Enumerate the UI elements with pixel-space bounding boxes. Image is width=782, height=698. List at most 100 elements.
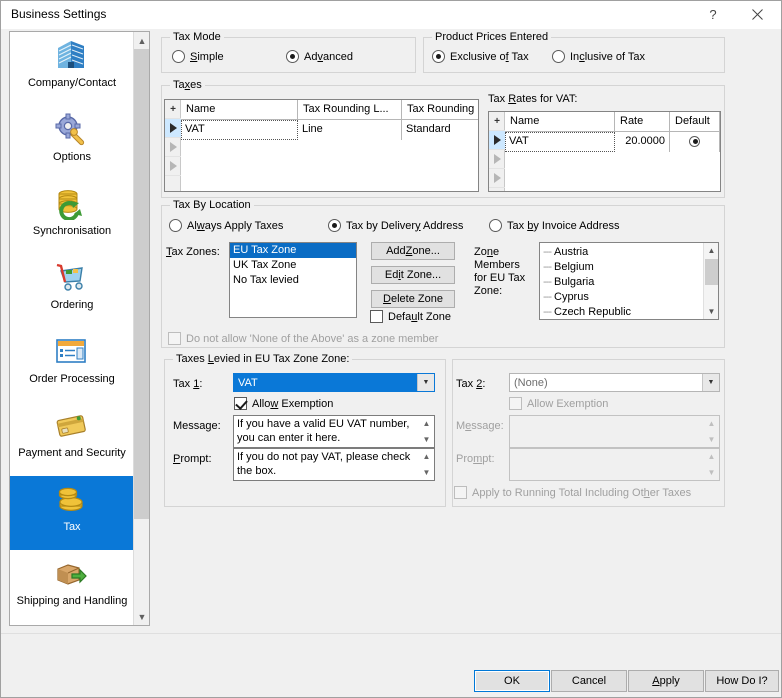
radio-exclusive-of-tax[interactable]: Exclusive of Tax [432, 50, 529, 63]
cell-rounding_level[interactable]: Line [298, 120, 402, 140]
sidebar-scrollbar[interactable]: ▲ ▼ [133, 32, 149, 625]
business-settings-window: Business Settings ? Company/Contact Opti… [0, 0, 782, 698]
grid-add-row-button[interactable]: + [489, 112, 505, 131]
scroll-down-icon[interactable]: ▼ [704, 304, 718, 319]
scroll-down-icon[interactable]: ▼ [704, 465, 719, 481]
scrollbar-thumb[interactable] [134, 49, 149, 519]
default-zone-checkbox[interactable]: Default Zone [370, 310, 451, 323]
radio-dot-icon [172, 50, 185, 63]
tax2-allow-exemption-checkbox[interactable]: Allow Exemption [509, 397, 608, 410]
zone-members-label: Zone Members for EU Tax Zone: [474, 246, 526, 297]
column-header[interactable]: Default [670, 112, 720, 132]
cell-name[interactable]: VAT [181, 120, 298, 140]
cell-name[interactable]: VAT [505, 132, 615, 152]
scroll-down-icon[interactable]: ▼ [419, 432, 434, 448]
list-item[interactable]: No Tax levied [230, 273, 356, 288]
chevron-down-icon[interactable]: ▼ [702, 374, 719, 391]
grid-add-row-button[interactable]: + [165, 100, 181, 119]
column-header[interactable]: Rate [615, 112, 670, 132]
add-zone-button[interactable]: Add Zone... [371, 242, 455, 260]
scroll-up-icon[interactable]: ▲ [134, 32, 149, 49]
taxes-grid[interactable]: + NameTax Rounding L...Tax Rounding M...… [164, 99, 479, 192]
textarea-scroll-buttons[interactable]: ▲ ▼ [704, 416, 719, 447]
grid-row-marker[interactable] [165, 138, 181, 157]
chevron-down-icon[interactable]: ▼ [417, 374, 434, 391]
sidebar-item-tax[interactable]: Tax [10, 476, 134, 550]
tax1-combo[interactable]: VAT ▼ [233, 373, 435, 392]
how-do-i-button[interactable]: How Do I? [705, 670, 779, 692]
members-scrollbar[interactable]: ▲ ▼ [703, 243, 718, 319]
grid-current-row-marker[interactable] [165, 119, 181, 138]
radio-always-apply-taxes[interactable]: Always Apply Taxes [169, 219, 283, 232]
sidebar-item-options[interactable]: Options [10, 106, 134, 180]
cancel-button[interactable]: Cancel [551, 670, 627, 692]
tax1-message-textarea[interactable]: If you have a valid EU VAT number, you c… [233, 415, 435, 448]
list-item[interactable]: --- Czech Republic [540, 305, 702, 319]
cell-default[interactable] [670, 132, 720, 152]
table-row[interactable]: VAT Line Standard [181, 120, 478, 140]
tax1-allow-exemption-checkbox[interactable]: Allow Exemption [234, 397, 333, 410]
radio-tax-mode-advanced[interactable]: Advanced [286, 50, 353, 63]
scrollbar-thumb[interactable] [705, 259, 718, 285]
list-item[interactable]: --- Austria [540, 245, 702, 260]
radio-tax-mode-simple[interactable]: Simple [172, 50, 224, 63]
scroll-up-icon[interactable]: ▲ [704, 243, 718, 258]
grid-current-row-marker[interactable] [489, 131, 505, 150]
tax1-message-label: Message: [173, 420, 221, 432]
textarea-scroll-buttons[interactable]: ▲ ▼ [419, 416, 434, 447]
scroll-up-icon[interactable]: ▲ [704, 449, 719, 465]
tax-rates-grid[interactable]: + Name Rate Default VAT 20.0000 [488, 111, 721, 192]
sidebar-item-ordering[interactable]: Ordering [10, 254, 134, 328]
list-item[interactable]: --- Cyprus [540, 290, 702, 305]
apply-button[interactable]: Apply [628, 670, 704, 692]
sidebar-item-order-processing[interactable]: Order Processing [10, 328, 134, 402]
list-item[interactable]: --- Belgium [540, 260, 702, 275]
apply-running-total-checkbox[interactable]: Apply to Running Total Including Other T… [454, 486, 691, 499]
ok-button[interactable]: OK [474, 670, 550, 692]
scroll-up-icon[interactable]: ▲ [419, 416, 434, 432]
sidebar-item-label: Order Processing [29, 373, 115, 385]
grid-row-marker[interactable] [489, 169, 505, 188]
radio-inclusive-of-tax[interactable]: Inclusive of Tax [552, 50, 645, 63]
column-header[interactable]: Name [505, 112, 615, 132]
list-item[interactable]: EU Tax Zone [230, 243, 356, 258]
textarea-scroll-buttons[interactable]: ▲ ▼ [419, 449, 434, 480]
tax2-prompt-textarea[interactable]: ▲ ▼ [509, 448, 720, 481]
column-header[interactable]: Tax Rounding M... [402, 100, 478, 120]
sidebar-item-shipping-and-handling[interactable]: Shipping and Handling [10, 550, 134, 624]
tax2-combo[interactable]: (None) ▼ [509, 373, 720, 392]
table-row[interactable]: VAT 20.0000 [505, 132, 720, 152]
close-icon[interactable] [735, 1, 779, 28]
scroll-up-icon[interactable]: ▲ [419, 449, 434, 465]
help-icon[interactable]: ? [691, 1, 735, 28]
grid-row-marker[interactable] [165, 157, 181, 176]
scroll-up-icon[interactable]: ▲ [704, 416, 719, 432]
sidebar-item-terms-and-conditions[interactable]: Terms and Conditions [10, 624, 134, 625]
column-header[interactable]: Name [181, 100, 298, 120]
radio-tax-by-invoice-address[interactable]: Tax by Invoice Address [489, 219, 620, 232]
cell-rounding_method[interactable]: Standard [402, 120, 478, 140]
zone-members-listbox[interactable]: --- Austria --- Belgium --- Bulgaria --- Cyprus… [539, 242, 719, 320]
tax-zones-listbox[interactable]: EU Tax Zone UK Tax Zone No Tax levied [229, 242, 357, 318]
radio-tax-by-delivery-address[interactable]: Tax by Delivery Address [328, 219, 463, 232]
sidebar-item-payment-and-security[interactable]: Payment and Security [10, 402, 134, 476]
delete-zone-button[interactable]: Delete Zone [371, 290, 455, 308]
list-item[interactable]: UK Tax Zone [230, 258, 356, 273]
scroll-down-icon[interactable]: ▼ [134, 608, 149, 625]
tax1-prompt-textarea[interactable]: If you do not pay VAT, please check the … [233, 448, 435, 481]
column-header[interactable]: Tax Rounding L... [298, 100, 402, 120]
scroll-down-icon[interactable]: ▼ [419, 465, 434, 481]
textarea-scroll-buttons[interactable]: ▲ ▼ [704, 449, 719, 480]
grid-row-marker[interactable] [489, 150, 505, 169]
radio-label: Simple [190, 50, 224, 63]
edit-zone-button[interactable]: Ed i t Zone... [371, 266, 455, 284]
sidebar-item-company-contact[interactable]: Company/Contact [10, 32, 134, 106]
settings-sidebar[interactable]: Company/Contact Options Synchronisation [9, 31, 150, 626]
scroll-down-icon[interactable]: ▼ [704, 432, 719, 448]
cell-rate[interactable]: 20.0000 [615, 132, 670, 152]
sidebar-item-synchronisation[interactable]: Synchronisation [10, 180, 134, 254]
list-item-label: Austria [554, 246, 589, 258]
tax2-message-textarea[interactable]: ▲ ▼ [509, 415, 720, 448]
list-item[interactable]: --- Bulgaria [540, 275, 702, 290]
disallow-none-of-above-checkbox[interactable]: Do not allow 'None of the Above' as a zo… [168, 332, 438, 345]
